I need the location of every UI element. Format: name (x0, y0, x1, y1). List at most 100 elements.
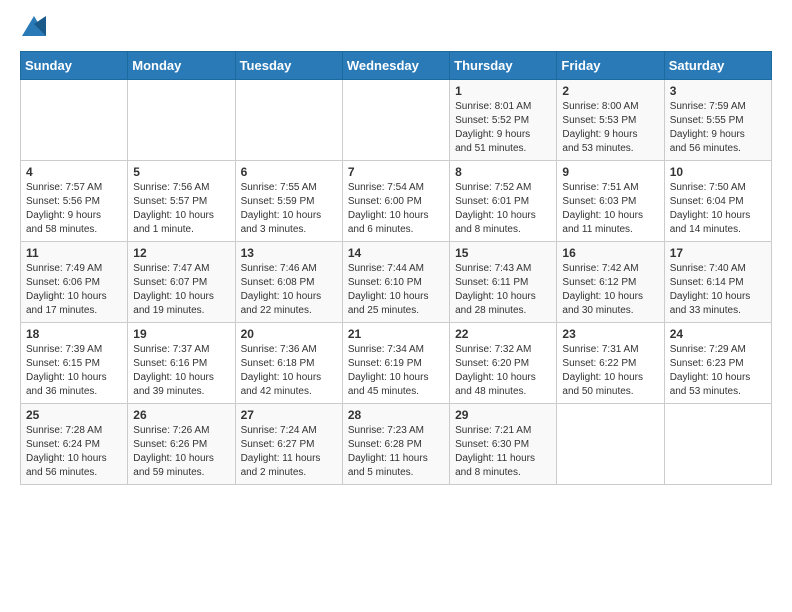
day-info: Sunrise: 7:26 AM Sunset: 6:26 PM Dayligh… (133, 424, 229, 480)
day-info: Sunrise: 7:23 AM Sunset: 6:28 PM Dayligh… (348, 424, 444, 480)
day-info: Sunrise: 7:56 AM Sunset: 5:57 PM Dayligh… (133, 181, 229, 237)
day-cell: 18 Sunrise: 7:39 AM Sunset: 6:15 PM Dayli… (21, 323, 128, 404)
day-info: Sunrise: 7:50 AM Sunset: 6:04 PM Dayligh… (670, 181, 766, 237)
header (20, 16, 772, 41)
day-cell: 29 Sunrise: 7:21 AM Sunset: 6:30 PM Dayli… (450, 404, 557, 485)
day-cell (128, 80, 235, 161)
day-number: 23 (562, 327, 658, 341)
day-info: Sunrise: 7:36 AM Sunset: 6:18 PM Dayligh… (241, 343, 337, 399)
day-number: 1 (455, 84, 551, 98)
day-info: Sunrise: 7:40 AM Sunset: 6:14 PM Dayligh… (670, 262, 766, 318)
day-info: Sunrise: 7:37 AM Sunset: 6:16 PM Dayligh… (133, 343, 229, 399)
header-row: SundayMondayTuesdayWednesdayThursdayFrid… (21, 52, 772, 80)
day-cell: 25 Sunrise: 7:28 AM Sunset: 6:24 PM Dayli… (21, 404, 128, 485)
day-cell: 11 Sunrise: 7:49 AM Sunset: 6:06 PM Dayli… (21, 242, 128, 323)
week-row-1: 4 Sunrise: 7:57 AM Sunset: 5:56 PM Daylig… (21, 161, 772, 242)
day-number: 7 (348, 165, 444, 179)
day-number: 14 (348, 246, 444, 260)
col-header-monday: Monday (128, 52, 235, 80)
calendar-table: SundayMondayTuesdayWednesdayThursdayFrid… (20, 51, 772, 485)
week-row-3: 18 Sunrise: 7:39 AM Sunset: 6:15 PM Dayli… (21, 323, 772, 404)
day-cell: 23 Sunrise: 7:31 AM Sunset: 6:22 PM Dayli… (557, 323, 664, 404)
day-info: Sunrise: 7:46 AM Sunset: 6:08 PM Dayligh… (241, 262, 337, 318)
day-info: Sunrise: 7:42 AM Sunset: 6:12 PM Dayligh… (562, 262, 658, 318)
day-info: Sunrise: 7:31 AM Sunset: 6:22 PM Dayligh… (562, 343, 658, 399)
day-cell (557, 404, 664, 485)
day-cell (342, 80, 449, 161)
day-cell: 20 Sunrise: 7:36 AM Sunset: 6:18 PM Dayli… (235, 323, 342, 404)
week-row-0: 1 Sunrise: 8:01 AM Sunset: 5:52 PM Daylig… (21, 80, 772, 161)
calendar-page: SundayMondayTuesdayWednesdayThursdayFrid… (0, 0, 792, 612)
col-header-sunday: Sunday (21, 52, 128, 80)
day-cell: 12Sunrise: 7:47 AM Sunset: 6:07 PM Dayli… (128, 242, 235, 323)
day-info: Sunrise: 7:24 AM Sunset: 6:27 PM Dayligh… (241, 424, 337, 480)
day-cell: 6 Sunrise: 7:55 AM Sunset: 5:59 PM Daylig… (235, 161, 342, 242)
day-cell: 14 Sunrise: 7:44 AM Sunset: 6:10 PM Dayli… (342, 242, 449, 323)
day-number: 29 (455, 408, 551, 422)
day-info: Sunrise: 7:43 AM Sunset: 6:11 PM Dayligh… (455, 262, 551, 318)
day-number: 28 (348, 408, 444, 422)
day-number: 26 (133, 408, 229, 422)
day-cell: 26 Sunrise: 7:26 AM Sunset: 6:26 PM Dayli… (128, 404, 235, 485)
day-info: Sunrise: 7:55 AM Sunset: 5:59 PM Dayligh… (241, 181, 337, 237)
col-header-saturday: Saturday (664, 52, 771, 80)
day-number: 16 (562, 246, 658, 260)
day-number: 13 (241, 246, 337, 260)
day-cell: 7 Sunrise: 7:54 AM Sunset: 6:00 PM Daylig… (342, 161, 449, 242)
day-number: 2 (562, 84, 658, 98)
day-info: Sunrise: 7:57 AM Sunset: 5:56 PM Dayligh… (26, 181, 122, 237)
day-cell: 22Sunrise: 7:32 AM Sunset: 6:20 PM Dayli… (450, 323, 557, 404)
day-number: 8 (455, 165, 551, 179)
day-cell (235, 80, 342, 161)
day-number: 11 (26, 246, 122, 260)
day-number: 12 (133, 246, 229, 260)
col-header-friday: Friday (557, 52, 664, 80)
day-number: 27 (241, 408, 337, 422)
day-number: 20 (241, 327, 337, 341)
day-info: Sunrise: 7:21 AM Sunset: 6:30 PM Dayligh… (455, 424, 551, 480)
day-cell: 28 Sunrise: 7:23 AM Sunset: 6:28 PM Dayli… (342, 404, 449, 485)
day-info: Sunrise: 7:44 AM Sunset: 6:10 PM Dayligh… (348, 262, 444, 318)
day-cell: 21Sunrise: 7:34 AM Sunset: 6:19 PM Dayli… (342, 323, 449, 404)
day-info: Sunrise: 7:49 AM Sunset: 6:06 PM Dayligh… (26, 262, 122, 318)
day-info: Sunrise: 7:39 AM Sunset: 6:15 PM Dayligh… (26, 343, 122, 399)
col-header-wednesday: Wednesday (342, 52, 449, 80)
day-number: 25 (26, 408, 122, 422)
day-cell: 8 Sunrise: 7:52 AM Sunset: 6:01 PM Daylig… (450, 161, 557, 242)
day-info: Sunrise: 8:01 AM Sunset: 5:52 PM Dayligh… (455, 100, 551, 156)
day-cell: 17 Sunrise: 7:40 AM Sunset: 6:14 PM Dayli… (664, 242, 771, 323)
day-cell (664, 404, 771, 485)
day-cell: 3 Sunrise: 7:59 AM Sunset: 5:55 PM Daylig… (664, 80, 771, 161)
day-info: Sunrise: 7:28 AM Sunset: 6:24 PM Dayligh… (26, 424, 122, 480)
logo-icon (22, 16, 46, 36)
day-number: 17 (670, 246, 766, 260)
day-info: Sunrise: 7:34 AM Sunset: 6:19 PM Dayligh… (348, 343, 444, 399)
day-number: 3 (670, 84, 766, 98)
day-cell (21, 80, 128, 161)
day-cell: 1 Sunrise: 8:01 AM Sunset: 5:52 PM Daylig… (450, 80, 557, 161)
day-number: 4 (26, 165, 122, 179)
day-info: Sunrise: 7:54 AM Sunset: 6:00 PM Dayligh… (348, 181, 444, 237)
day-number: 10 (670, 165, 766, 179)
day-number: 5 (133, 165, 229, 179)
day-info: Sunrise: 7:29 AM Sunset: 6:23 PM Dayligh… (670, 343, 766, 399)
day-info: Sunrise: 7:52 AM Sunset: 6:01 PM Dayligh… (455, 181, 551, 237)
day-cell: 2 Sunrise: 8:00 AM Sunset: 5:53 PM Daylig… (557, 80, 664, 161)
day-cell: 9Sunrise: 7:51 AM Sunset: 6:03 PM Daylig… (557, 161, 664, 242)
day-number: 6 (241, 165, 337, 179)
day-cell: 13 Sunrise: 7:46 AM Sunset: 6:08 PM Dayli… (235, 242, 342, 323)
day-number: 22 (455, 327, 551, 341)
day-cell: 16 Sunrise: 7:42 AM Sunset: 6:12 PM Dayli… (557, 242, 664, 323)
day-cell: 27 Sunrise: 7:24 AM Sunset: 6:27 PM Dayli… (235, 404, 342, 485)
logo (20, 16, 46, 41)
day-info: Sunrise: 8:00 AM Sunset: 5:53 PM Dayligh… (562, 100, 658, 156)
col-header-tuesday: Tuesday (235, 52, 342, 80)
day-number: 18 (26, 327, 122, 341)
day-cell: 24 Sunrise: 7:29 AM Sunset: 6:23 PM Dayli… (664, 323, 771, 404)
day-number: 19 (133, 327, 229, 341)
col-header-thursday: Thursday (450, 52, 557, 80)
day-number: 24 (670, 327, 766, 341)
day-cell: 5 Sunrise: 7:56 AM Sunset: 5:57 PM Daylig… (128, 161, 235, 242)
day-number: 15 (455, 246, 551, 260)
day-info: Sunrise: 7:59 AM Sunset: 5:55 PM Dayligh… (670, 100, 766, 156)
